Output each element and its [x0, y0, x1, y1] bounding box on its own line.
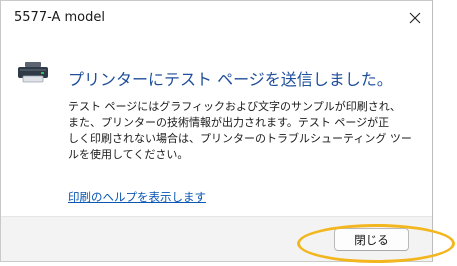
- dialog-footer: 閉じる: [1, 216, 432, 261]
- print-test-dialog: 5577-A model プリンターにテスト ページを送信しました。 テスト ペ…: [0, 0, 433, 262]
- body-line: テスト ページにはグラフィックおよび文字のサンプルが印刷され、: [68, 100, 401, 113]
- body-line: しく印刷されない場合は、プリンターのトラブルシューティング ツー: [68, 132, 412, 145]
- main-instruction: プリンターにテスト ページを送信しました。: [68, 70, 393, 89]
- body-text: テスト ページにはグラフィックおよび文字のサンプルが印刷され、 また、プリンター…: [68, 99, 423, 163]
- dialog-content: プリンターにテスト ページを送信しました。 テスト ページにはグラフィックおよび…: [1, 35, 432, 219]
- body-line: ルを使用してください。: [68, 148, 189, 161]
- window-title: 5577-A model: [14, 10, 105, 25]
- title-bar: 5577-A model: [1, 1, 432, 35]
- close-button[interactable]: 閉じる: [334, 228, 409, 251]
- body-line: また、プリンターの技術情報が出力されます。テスト ページが正: [68, 116, 390, 129]
- printer-icon: [18, 62, 48, 83]
- window-close-button[interactable]: [398, 1, 432, 35]
- print-help-link[interactable]: 印刷のヘルプを表示します: [68, 189, 206, 205]
- close-icon: [409, 12, 421, 24]
